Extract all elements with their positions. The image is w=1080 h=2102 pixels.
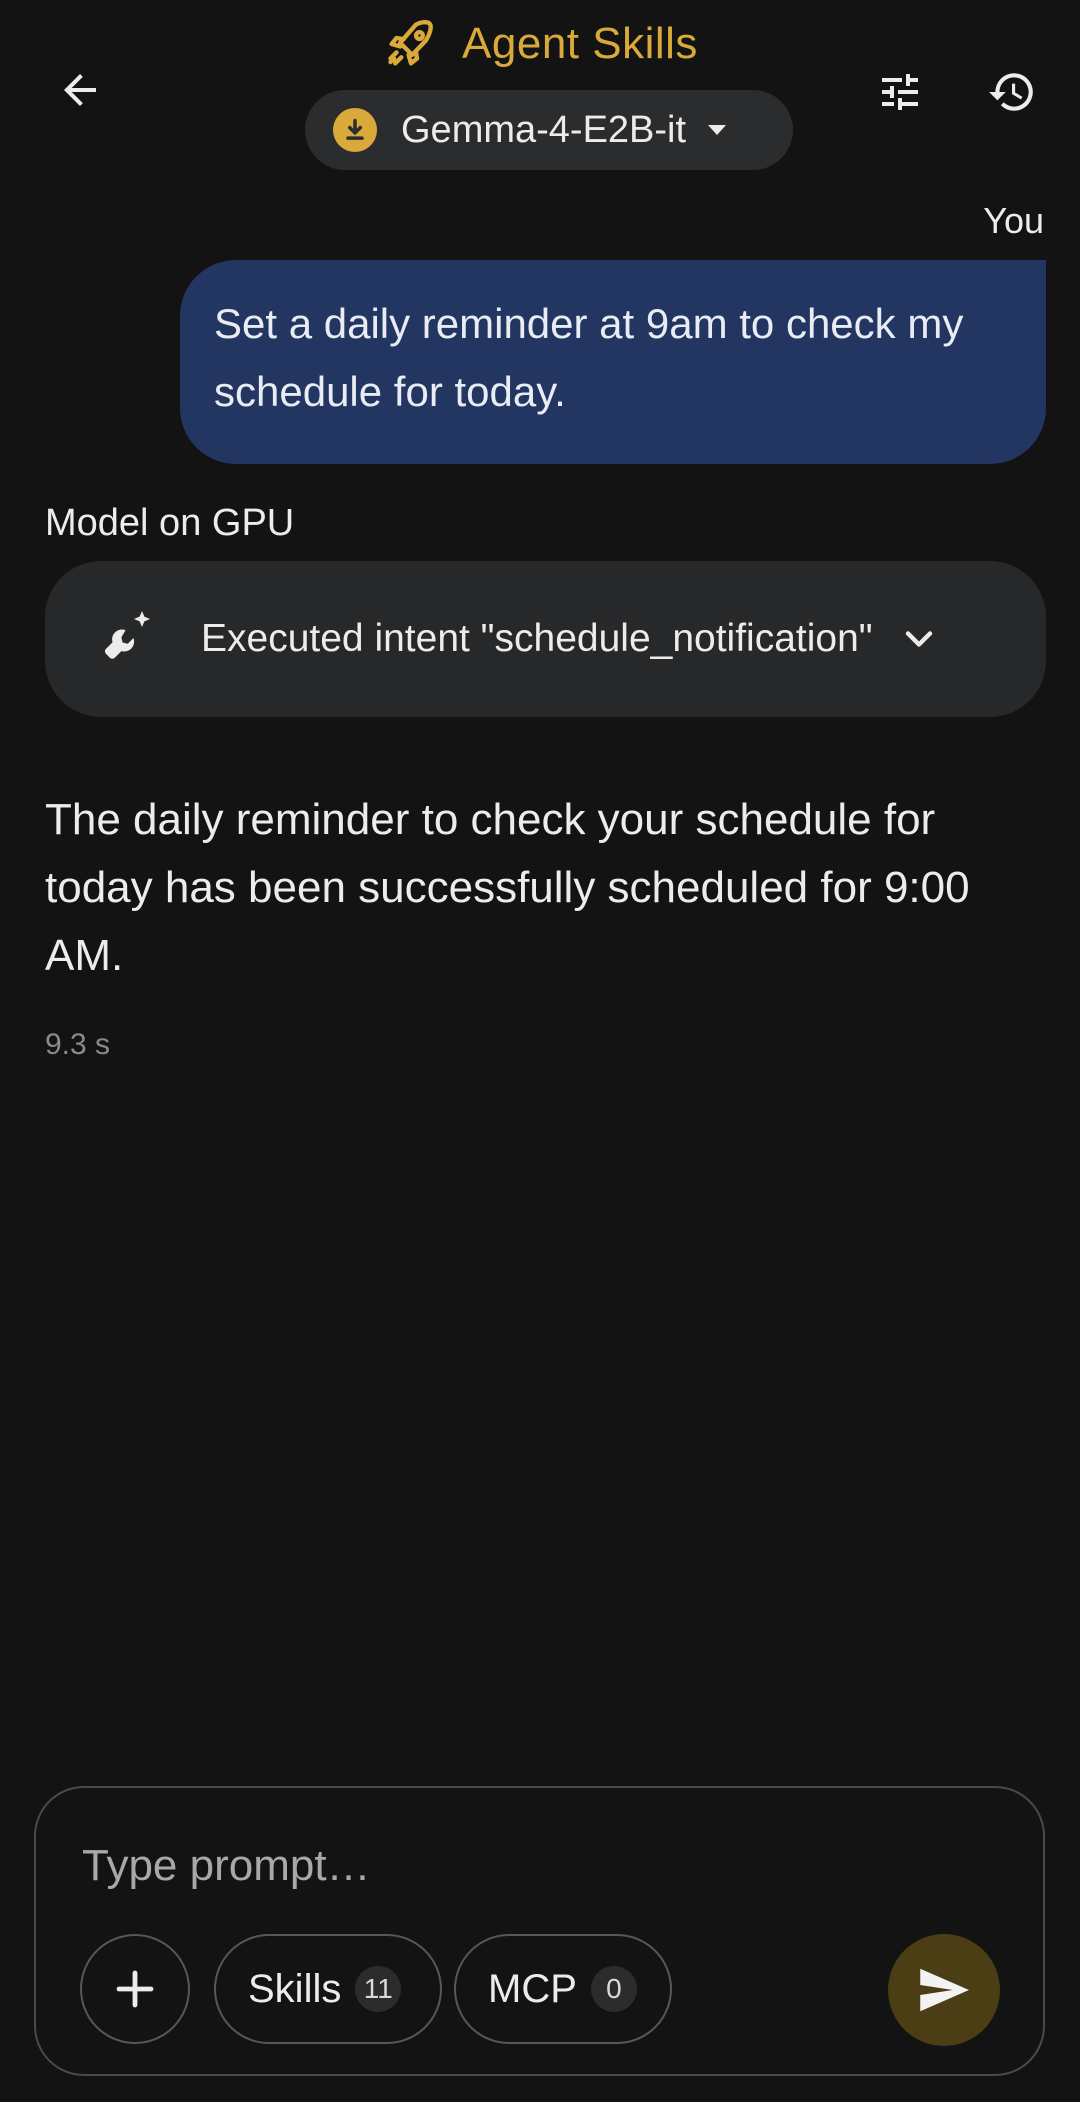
- send-button[interactable]: [888, 1934, 1000, 2046]
- intent-text: Executed intent "schedule_notification": [201, 617, 873, 660]
- user-message-bubble: Set a daily reminder at 9am to check my …: [180, 260, 1046, 464]
- user-label: You: [983, 200, 1044, 241]
- mcp-count-badge: 0: [590, 1966, 637, 2012]
- model-name: Gemma-4-E2B-it: [401, 108, 687, 151]
- history-icon: [989, 73, 1033, 111]
- intent-card[interactable]: Executed intent "schedule_notification": [45, 561, 1046, 717]
- add-button[interactable]: [80, 1934, 190, 2044]
- mcp-label: MCP: [488, 1966, 577, 2011]
- model-label: Model on GPU: [45, 502, 295, 544]
- wrench-sparkle-icon: [93, 606, 159, 672]
- prompt-input[interactable]: [80, 1830, 984, 1902]
- skills-count-badge: 11: [355, 1966, 402, 2012]
- skills-button[interactable]: Skills 11: [214, 1934, 442, 2044]
- chevron-down-icon: [897, 617, 941, 661]
- send-icon: [920, 1968, 969, 2012]
- page-title: Agent Skills: [462, 19, 698, 68]
- tune-icon: [882, 74, 918, 110]
- mcp-button[interactable]: MCP 0: [454, 1934, 672, 2044]
- settings-button[interactable]: [864, 62, 936, 122]
- caret-down-icon: [708, 125, 727, 135]
- skills-label: Skills: [248, 1966, 342, 2011]
- plus-icon: [116, 1970, 154, 2008]
- latency-label: 9.3 s: [45, 1028, 111, 1061]
- download-icon: [333, 108, 377, 152]
- model-selector[interactable]: Gemma-4-E2B-it: [305, 90, 793, 170]
- rocket-icon: [388, 20, 433, 66]
- model-response: The daily reminder to check your schedul…: [45, 795, 970, 980]
- history-button[interactable]: [976, 62, 1048, 122]
